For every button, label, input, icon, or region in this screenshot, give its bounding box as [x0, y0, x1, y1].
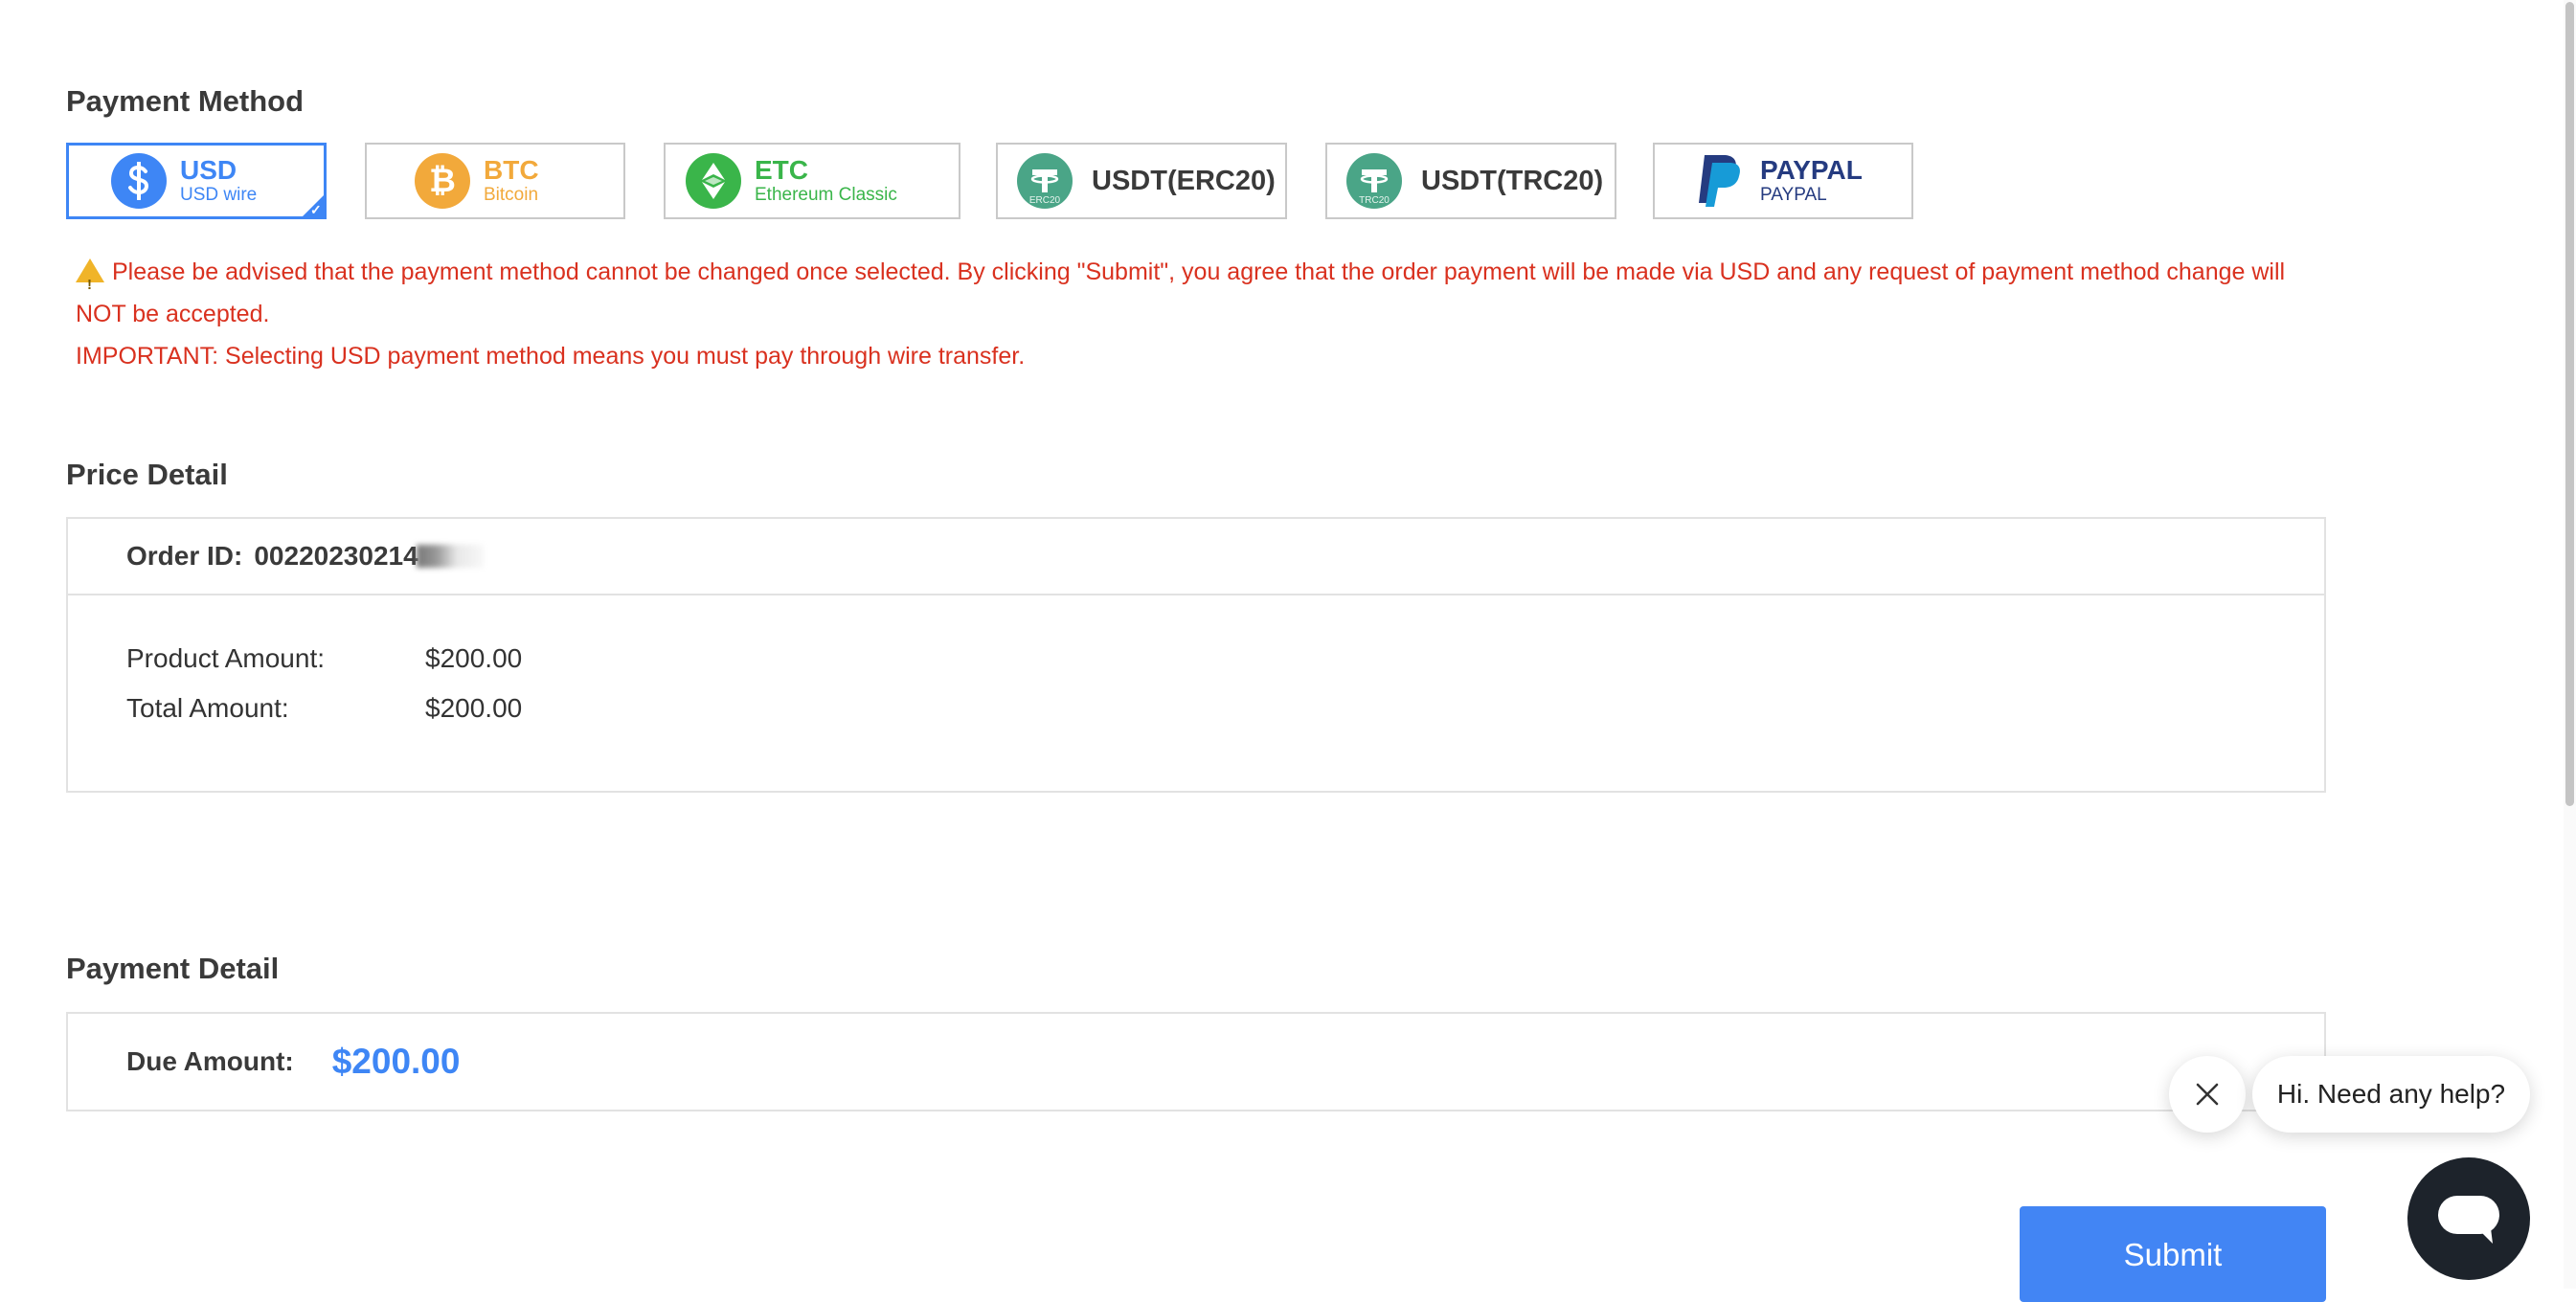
order-id-value: 00220230214 — [254, 541, 418, 571]
product-amount-value: $200.00 — [425, 643, 523, 673]
payment-option-name: BTC — [484, 155, 539, 185]
submit-button[interactable]: Submit — [2020, 1206, 2326, 1302]
warning-text: Please be advised that the payment metho… — [76, 258, 2286, 327]
payment-option-etc[interactable]: ETC Ethereum Classic — [664, 143, 960, 219]
due-amount-value: $200.00 — [331, 1042, 461, 1081]
total-amount-row: Total Amount: $200.00 — [126, 693, 522, 724]
payment-option-name: USDT(TRC20) — [1421, 165, 1604, 196]
payment-option-name: PAYPAL — [1760, 155, 1863, 185]
product-amount-label: Product Amount: — [126, 643, 326, 673]
bitcoin-icon: ₿ — [415, 153, 470, 209]
payment-option-subtitle: Bitcoin — [484, 185, 539, 205]
payment-option-usdt-erc20[interactable]: ERC20 USDT(ERC20) — [996, 143, 1287, 219]
important-note: IMPORTANT: Selecting USD payment method … — [76, 343, 1026, 370]
total-amount-value: $200.00 — [425, 693, 523, 723]
payment-warning: ! Please be advised that the payment meth… — [76, 251, 2336, 377]
payment-option-usdt-trc20[interactable]: TRC20 USDT(TRC20) — [1325, 143, 1616, 219]
chat-dismiss-button[interactable] — [2169, 1056, 2246, 1133]
payment-option-paypal[interactable]: PAYPAL PAYPAL — [1653, 143, 1913, 219]
scrollbar-thumb[interactable] — [2565, 2, 2574, 806]
payment-option-subtitle: PAYPAL — [1760, 185, 1827, 205]
tether-icon: TRC20 — [1346, 153, 1402, 209]
price-detail-title: Price Detail — [66, 458, 228, 491]
payment-option-usd[interactable]: USD USD wire ✓ — [66, 143, 327, 219]
price-detail-card: Order ID: 00220230214 Product Amount: $2… — [66, 517, 2326, 793]
order-id-label: Order ID: — [126, 541, 243, 571]
payment-option-subtitle: USD wire — [180, 185, 258, 205]
total-amount-label: Total Amount: — [126, 693, 289, 723]
payment-method-title: Payment Method — [66, 84, 305, 118]
product-amount-row: Product Amount: $200.00 — [126, 643, 522, 674]
tether-icon: ERC20 — [1017, 153, 1073, 209]
order-id-row: Order ID: 00220230214 — [68, 519, 2324, 595]
paypal-icon — [1697, 153, 1747, 209]
chat-greeting-bubble[interactable]: Hi. Need any help? — [2252, 1056, 2530, 1133]
payment-option-name: USDT(ERC20) — [1092, 165, 1276, 196]
warning-icon: ! — [76, 258, 104, 293]
payment-detail-card: Due Amount: $200.00 — [66, 1012, 2326, 1111]
payment-option-subtitle: Ethereum Classic — [755, 185, 897, 205]
payment-detail-title: Payment Detail — [66, 952, 280, 985]
close-icon — [2196, 1083, 2219, 1106]
redacted-mark — [416, 545, 484, 568]
page: Payment Method USD USD wire ✓ ₿ BTC Bitc… — [0, 0, 2576, 1302]
chat-greeting-text: Hi. Need any help? — [2276, 1079, 2506, 1109]
network-badge: ERC20 — [1028, 195, 1061, 206]
chat-launcher-button[interactable] — [2407, 1157, 2530, 1280]
chat-icon — [2438, 1196, 2499, 1244]
dollar-icon — [111, 153, 167, 209]
ethereum-classic-icon — [686, 153, 741, 209]
payment-option-name: USD — [180, 155, 237, 185]
page-scrollbar[interactable] — [2564, 0, 2576, 1289]
payment-option-btc[interactable]: ₿ BTC Bitcoin — [365, 143, 625, 219]
payment-option-name: ETC — [755, 155, 808, 185]
selected-check-icon: ✓ — [301, 193, 326, 218]
network-badge: TRC20 — [1359, 195, 1390, 206]
due-amount-label: Due Amount: — [126, 1046, 294, 1076]
